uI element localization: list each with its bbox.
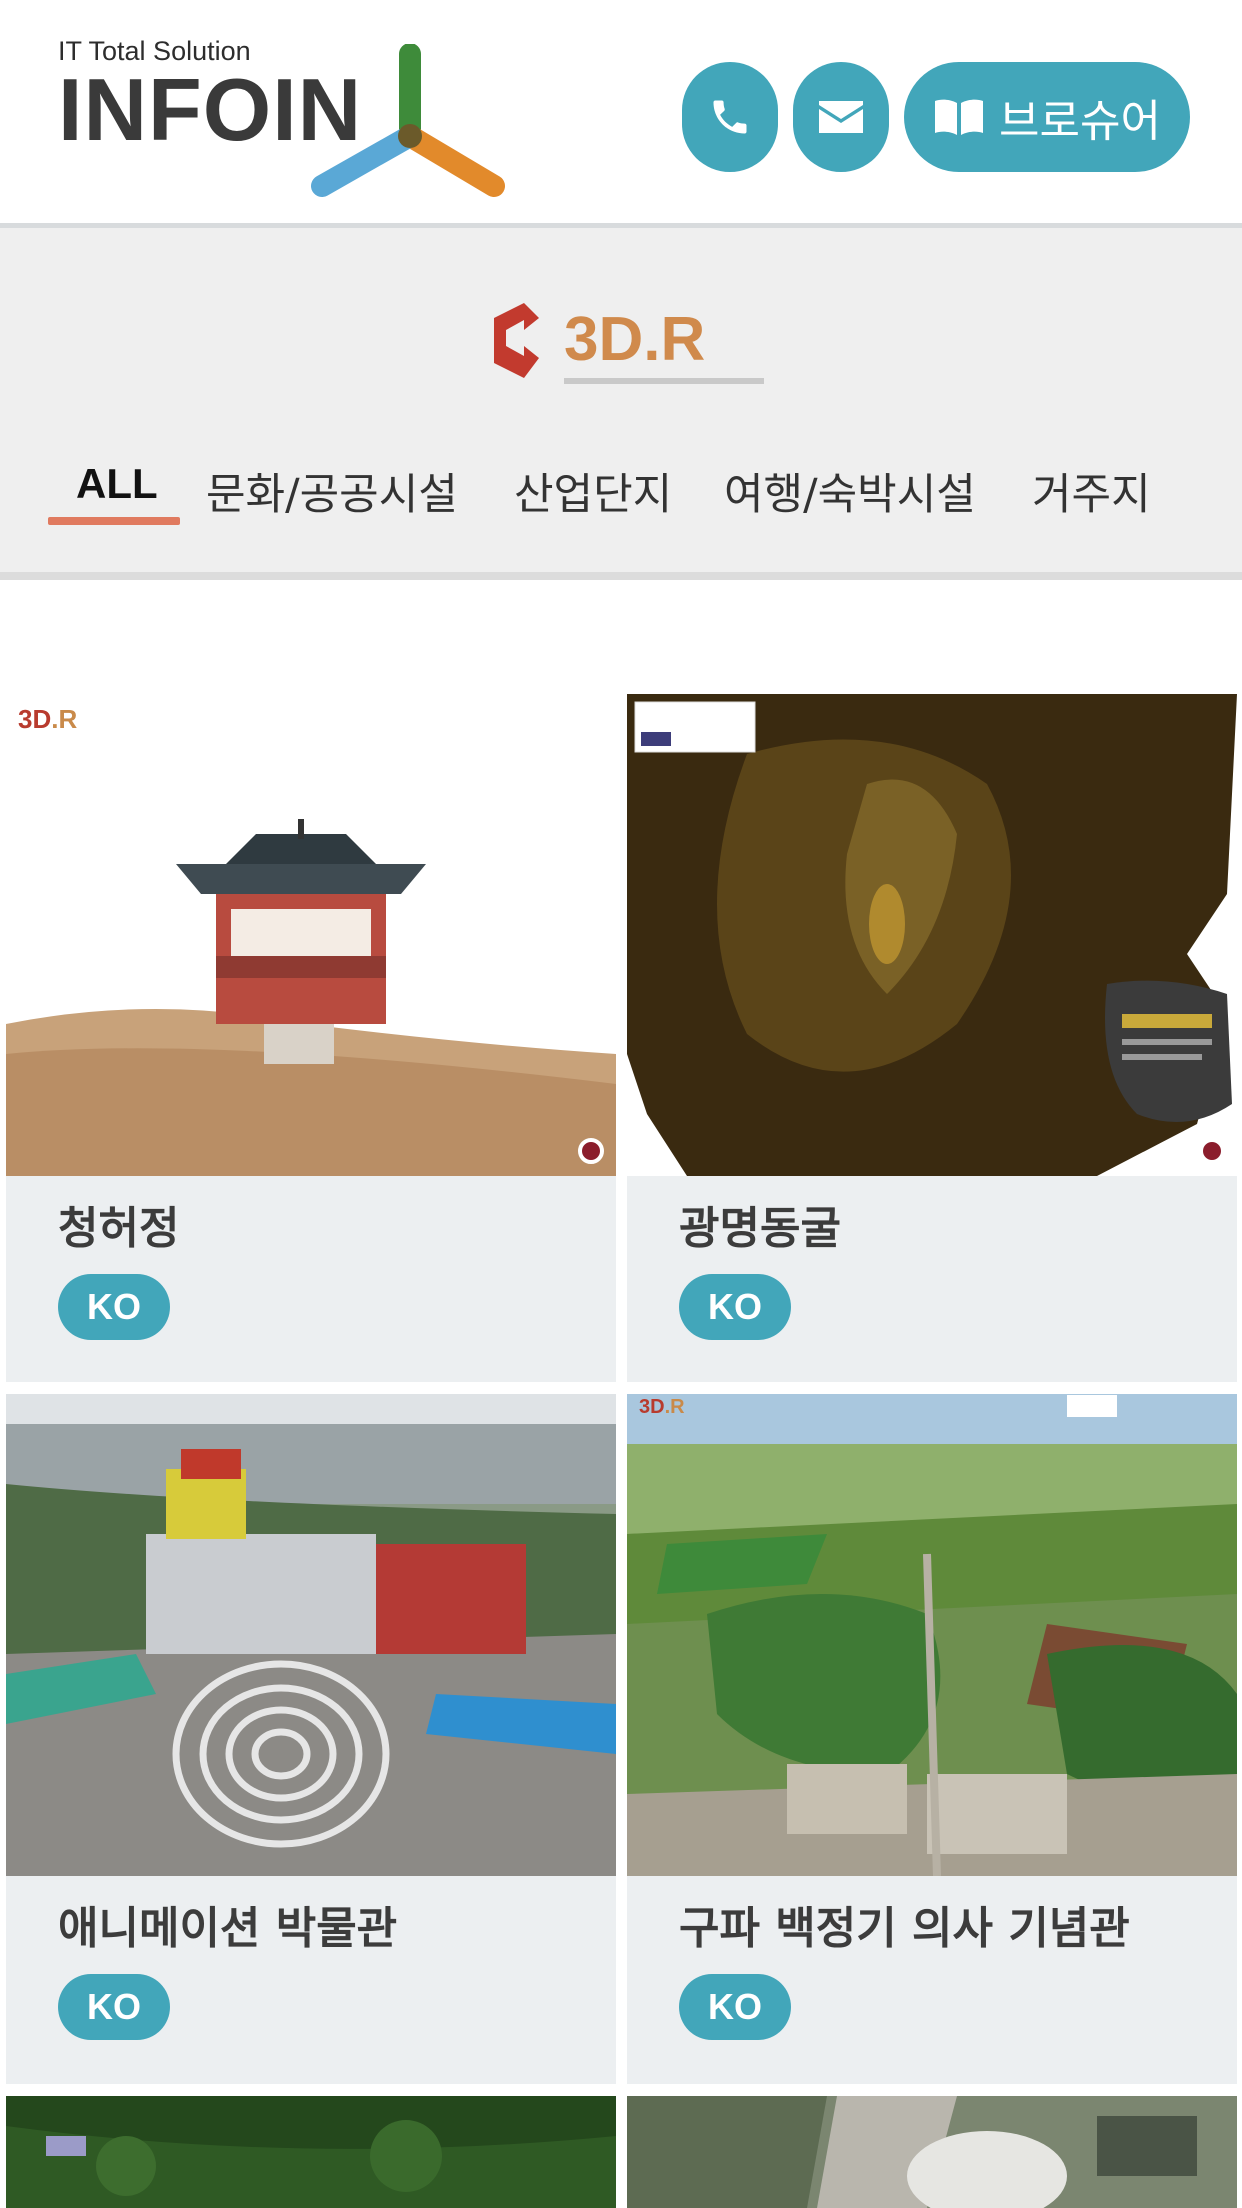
3dr-logo-text: 3D.R: [564, 305, 705, 374]
brochure-label: 브로슈어: [999, 96, 1161, 147]
forest-aerial-image: [6, 2096, 616, 2208]
logo-mark-icon: [311, 44, 505, 197]
language-badge[interactable]: KO: [58, 1274, 170, 1340]
tab-all[interactable]: ALL: [76, 460, 158, 508]
vr-badge-icon: [1199, 1138, 1225, 1164]
email-button[interactable]: [793, 62, 889, 172]
tab-residential[interactable]: 거주지: [1032, 460, 1151, 522]
town-aerial-image: [627, 2096, 1237, 2208]
card-cheongheojeong[interactable]: 3D.R 청허정 KO: [6, 694, 616, 1382]
infoin-logo[interactable]: IT Total Solution INFOIN: [58, 36, 518, 206]
card-baek-jeonggi-memorial[interactable]: 3D.R 구파 백정기 의사 기념관 KO: [627, 1394, 1237, 2084]
card-thumbnail[interactable]: 3D.R: [627, 1394, 1237, 1876]
card-title[interactable]: 광명동굴: [679, 1192, 841, 1256]
card-title[interactable]: 청허정: [58, 1192, 179, 1256]
card-thumbnail[interactable]: 3D.R: [6, 694, 616, 1176]
language-badge[interactable]: KO: [679, 1274, 791, 1340]
card-title[interactable]: 애니메이션 박물관: [58, 1892, 397, 1956]
card-title[interactable]: 구파 백정기 의사 기념관: [679, 1892, 1130, 1956]
card-partial-forest[interactable]: [6, 2096, 616, 2208]
vr-badge-icon: [578, 1138, 604, 1164]
cave-image: [627, 694, 1237, 1176]
card-animation-museum[interactable]: 애니메이션 박물관 KO: [6, 1394, 616, 2084]
active-tab-indicator: [48, 517, 180, 525]
brochure-button[interactable]: 브로슈어: [904, 62, 1190, 172]
tab-travel-lodging[interactable]: 여행/숙박시설: [724, 460, 976, 522]
language-badge[interactable]: KO: [679, 1974, 791, 2040]
envelope-icon: [819, 101, 863, 133]
3dr-logo: 3D.R: [494, 303, 764, 384]
tab-industrial[interactable]: 산업단지: [514, 460, 672, 522]
pavilion-image: [6, 694, 616, 1176]
tab-culture-public[interactable]: 문화/공공시설: [206, 460, 458, 522]
card-partial-aerial[interactable]: [627, 2096, 1237, 2208]
thumb-watermark-logo: 3D.R: [639, 1396, 685, 1418]
museum-image: [6, 1394, 616, 1876]
card-thumbnail[interactable]: [627, 694, 1237, 1176]
site-header: IT Total Solution INFOIN 브로슈어: [0, 0, 1242, 228]
memorial-aerial-image: [627, 1394, 1237, 1876]
card-gwangmyeong-cave[interactable]: 광명동굴 KO: [627, 694, 1237, 1382]
phone-button[interactable]: [682, 62, 778, 172]
language-badge[interactable]: KO: [58, 1974, 170, 2040]
category-bar: 3D.R ALL 문화/공공시설 산업단지 여행/숙박시설 거주지: [0, 228, 1242, 580]
book-icon: [935, 99, 984, 135]
phone-icon: [713, 100, 747, 134]
thumb-watermark-logo: 3D.R: [18, 704, 78, 734]
card-thumbnail[interactable]: [6, 1394, 616, 1876]
